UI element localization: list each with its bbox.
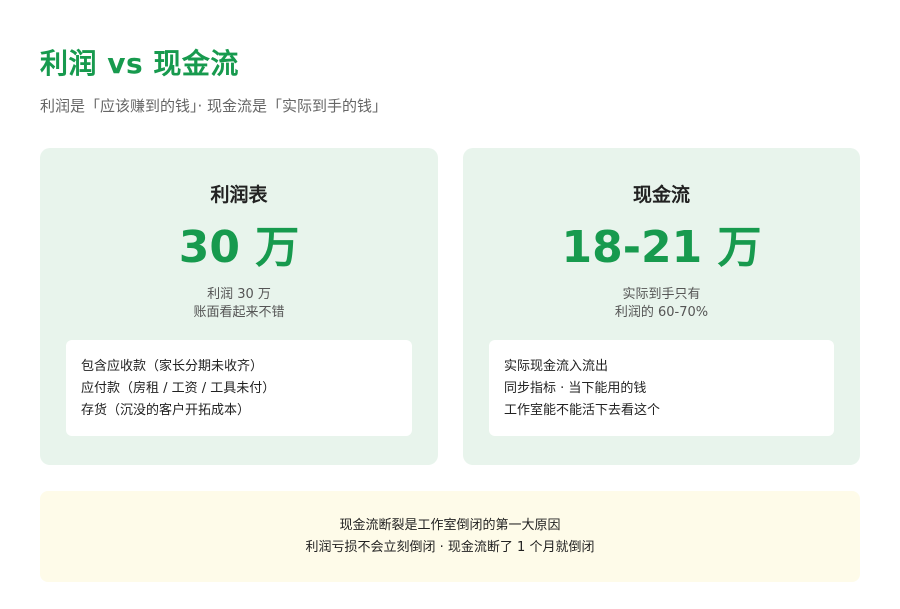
page-subtitle: 利润是「应该赚到的钱」· 现金流是「实际到手的钱」 — [40, 97, 388, 115]
card-value: 30 万 — [178, 222, 300, 273]
list-item: 工作室能不能活下去看这个 — [504, 403, 661, 418]
list-item: 同步指标 · 当下能用的钱 — [504, 381, 647, 396]
cashflow-card: 现金流 18-21 万 实际到手只有 利润的 60-70% 实际现金流入流出 同… — [463, 148, 860, 465]
warning-note: 现金流断裂是工作室倒闭的第一大原因 利润亏损不会立刻倒闭 · 现金流断了 1 个… — [40, 491, 860, 582]
card-value: 18-21 万 — [561, 222, 762, 273]
list-item: 实际现金流入流出 — [504, 359, 609, 374]
card-detail-box: 实际现金流入流出 同步指标 · 当下能用的钱 工作室能不能活下去看这个 — [489, 340, 834, 436]
card-desc-line: 利润的 60-70% — [614, 305, 709, 320]
card-desc-line: 利润 30 万 — [207, 287, 271, 302]
list-item: 存货（沉没的客户开拓成本） — [81, 403, 251, 418]
profit-card: 利润表 30 万 利润 30 万 账面看起来不错 包含应收款（家长分期未收齐） … — [40, 148, 438, 465]
list-item: 应付款（房租 / 工资 / 工具未付） — [81, 381, 276, 396]
card-desc-line: 实际到手只有 — [622, 287, 701, 302]
card-description: 实际到手只有 利润的 60-70% — [463, 286, 860, 322]
card-detail-box: 包含应收款（家长分期未收齐） 应付款（房租 / 工资 / 工具未付） 存货（沉没… — [66, 340, 412, 436]
page-title: 利润 vs 现金流 — [40, 47, 239, 80]
card-title: 现金流 — [632, 184, 690, 206]
card-description: 利润 30 万 账面看起来不错 — [40, 286, 438, 322]
list-item: 包含应收款（家长分期未收齐） — [81, 359, 264, 374]
card-title: 利润表 — [210, 184, 268, 206]
note-line: 利润亏损不会立刻倒闭 · 现金流断了 1 个月就倒闭 — [305, 540, 595, 555]
card-desc-line: 账面看起来不错 — [193, 305, 285, 320]
note-line: 现金流断裂是工作室倒闭的第一大原因 — [339, 518, 561, 533]
